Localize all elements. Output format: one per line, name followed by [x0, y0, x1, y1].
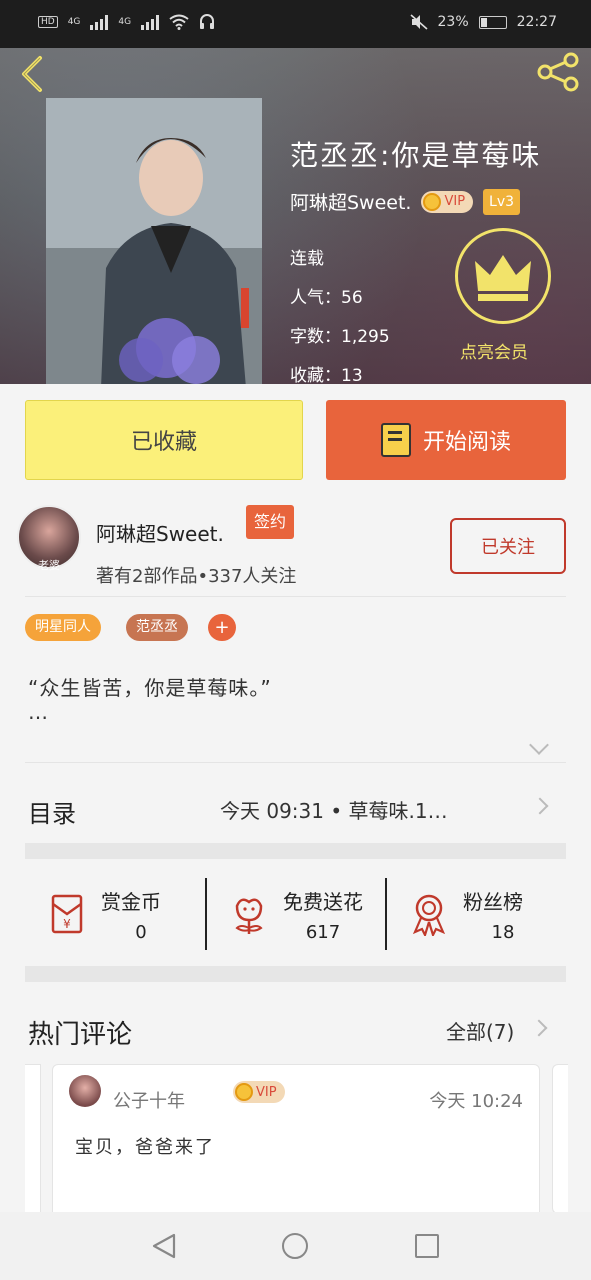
comment-card[interactable]: 公子十年 VIP 今天 10:24 宝贝，爸爸来了 — [52, 1064, 540, 1224]
vip-label: VIP — [444, 194, 466, 209]
back-icon[interactable] — [16, 54, 50, 94]
book-intro: “众生皆苦，你是草莓味。” — [28, 676, 272, 700]
author-row: 阿琳超Sweet. VIP Lv3 — [290, 188, 521, 215]
vip-coin-icon — [235, 1083, 253, 1101]
chevron-right-icon[interactable] — [531, 797, 549, 815]
nav-home-icon[interactable] — [282, 1233, 308, 1259]
vip-badge: VIP — [421, 190, 474, 213]
favorites-line: 收藏：13 — [290, 361, 363, 384]
network-label-1: 4G — [67, 17, 81, 27]
popularity-line: 人气：56 — [290, 283, 363, 308]
book-status: 连载 — [290, 249, 324, 269]
collected-label: 已收藏 — [130, 430, 197, 455]
hd-indicator: HD — [38, 16, 58, 28]
stat-fan-ranking[interactable]: 粉丝榜 18 — [387, 876, 567, 952]
hot-comments-title: 热门评论 — [28, 1020, 133, 1050]
member-label[interactable]: 点亮会员 — [460, 338, 528, 363]
commenter-avatar[interactable] — [69, 1075, 101, 1107]
chevron-down-icon[interactable] — [529, 735, 549, 755]
commenter-vip-badge: VIP — [233, 1081, 285, 1103]
author-name[interactable]: 阿琳超Sweet. — [290, 188, 411, 215]
status-bar: HD 4G 4G 23% 22:27 — [0, 0, 591, 48]
avatar-caption: 老婆 — [38, 559, 60, 572]
nav-recent-icon[interactable] — [415, 1234, 439, 1258]
wifi-icon — [169, 14, 189, 30]
stat-name: 免费送花 — [283, 890, 363, 914]
favorites-value: 13 — [341, 366, 363, 384]
comment-card-prev[interactable] — [25, 1064, 41, 1214]
clock: 22:27 — [516, 14, 557, 30]
collected-button[interactable]: 已收藏 — [25, 400, 303, 480]
comment-card-next[interactable] — [552, 1064, 568, 1214]
divider — [25, 762, 566, 763]
battery-percent: 23% — [437, 14, 469, 30]
popularity-label: 人气： — [290, 288, 341, 308]
crown-icon — [475, 255, 531, 301]
stat-free-flowers[interactable]: 免费送花 617 — [207, 876, 387, 952]
comment-text: 宝贝，爸爸来了 — [75, 1137, 215, 1158]
stat-value: 617 — [305, 922, 341, 943]
toc-latest-chapter[interactable]: 今天 09:31 • 草莓味.1… — [220, 795, 448, 824]
system-nav-bar — [0, 1212, 591, 1280]
book-title: 范丞丞:你是草莓味 — [290, 139, 542, 172]
book-cover[interactable] — [46, 98, 262, 384]
network-label-2: 4G — [118, 17, 132, 27]
member-crown-button[interactable] — [455, 228, 551, 324]
nav-back-icon[interactable] — [150, 1232, 178, 1260]
medal-icon — [412, 894, 446, 936]
start-reading-button[interactable]: 开始阅读 — [326, 400, 566, 480]
signal-icon-2 — [141, 14, 160, 30]
vip-coin-icon — [423, 192, 442, 211]
author-card-name[interactable]: 阿琳超Sweet. — [96, 518, 224, 547]
headset-icon — [200, 14, 215, 29]
tag-star-fanfic[interactable]: 明星同人 — [25, 614, 101, 641]
author-works: 著有2部作品•337人关注 — [96, 566, 297, 587]
signal-icon — [90, 14, 109, 30]
mute-icon — [409, 14, 428, 30]
words-label: 字数： — [290, 327, 341, 347]
stat-value: 0 — [135, 922, 147, 943]
popularity-value: 56 — [341, 288, 363, 308]
cover-illustration — [46, 98, 262, 384]
chevron-right-icon[interactable] — [530, 1019, 548, 1037]
favorites-label: 收藏： — [290, 366, 341, 384]
comment-time: 今天 10:24 — [429, 1091, 523, 1112]
book-icon — [380, 423, 411, 457]
svg-text:¥: ¥ — [63, 917, 71, 931]
contract-badge: 签约 — [246, 505, 295, 539]
stat-reward-coins[interactable]: ¥ 赏金币 0 — [25, 876, 205, 952]
stat-name: 粉丝榜 — [463, 890, 523, 914]
follow-label: 已关注 — [481, 537, 535, 558]
toc-label[interactable]: 目录 — [28, 794, 76, 829]
add-tag-button[interactable]: + — [208, 614, 236, 641]
divider — [25, 596, 566, 597]
words-value: 1,295 — [341, 327, 390, 347]
book-header: 范丞丞:你是草莓味 阿琳超Sweet. VIP Lv3 连载 人气：56 字数：… — [0, 48, 591, 384]
words-line: 字数：1,295 — [290, 322, 390, 347]
start-reading-label: 开始阅读 — [422, 430, 511, 455]
stats-row: ¥ 赏金币 0 免费送花 617 粉丝榜 18 — [25, 876, 566, 952]
section-separator — [25, 843, 566, 859]
commenter-name[interactable]: 公子十年 — [113, 1087, 185, 1113]
flower-icon — [235, 898, 263, 934]
stat-value: 18 — [491, 922, 515, 943]
tag-fan-chengcheng[interactable]: 范丞丞 — [126, 614, 188, 641]
battery-icon — [478, 15, 507, 29]
share-icon[interactable] — [535, 52, 581, 92]
vip-label: VIP — [256, 1084, 277, 1100]
level-badge: Lv3 — [483, 188, 521, 215]
all-comments-link[interactable]: 全部(7) — [446, 1016, 514, 1045]
follow-button[interactable]: 已关注 — [450, 518, 566, 574]
section-separator — [25, 966, 566, 982]
red-envelope-icon: ¥ — [51, 894, 83, 934]
intro-ellipsis: … — [28, 700, 48, 724]
stat-name: 赏金币 — [101, 890, 161, 914]
